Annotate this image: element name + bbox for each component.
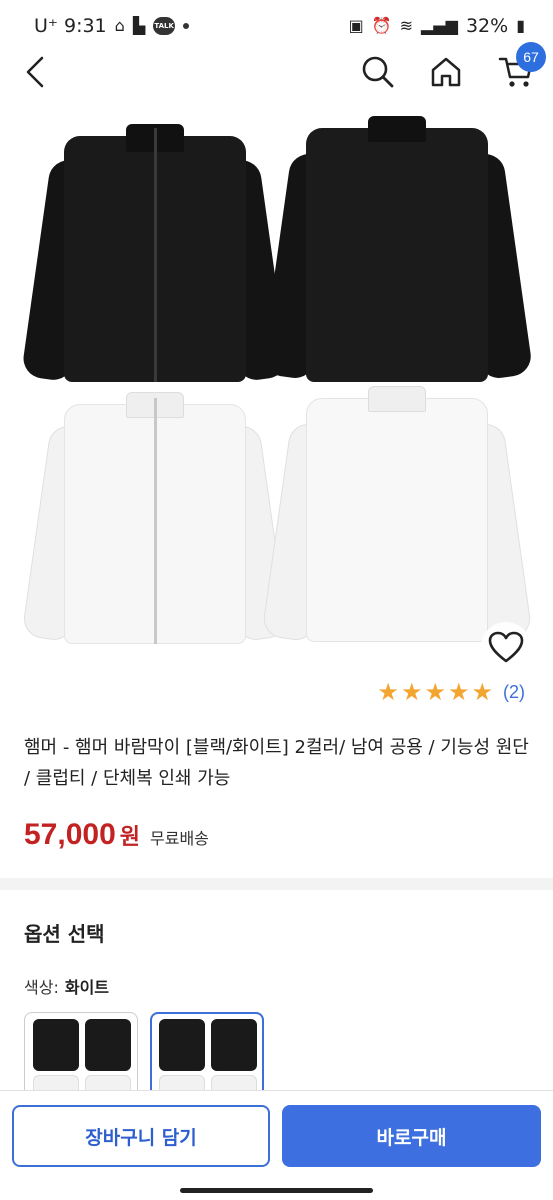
home-icon [431,57,461,87]
review-count-link[interactable]: (2) [503,682,525,703]
cart-count-badge: 67 [516,42,546,72]
star-icon: ★ [471,678,493,706]
home-notification-icon: ⌂ [114,16,125,35]
color-label: 색상: [24,978,59,997]
signal-icon: ▂▄▆ [421,16,458,35]
home-indicator[interactable] [180,1188,373,1193]
color-label-row: 색상: 화이트 [24,974,109,998]
white-jacket-front [21,390,289,650]
heart-icon [488,631,524,663]
carrier-time: U⁺ 9:31 [34,15,107,37]
swatch-thumbnail [211,1019,257,1071]
product-title: 햄머 - 햄머 바람막이 [블랙/화이트] 2컬러/ 남여 공용 / 기능성 원… [24,737,529,789]
section-divider [0,878,553,890]
star-icon: ★ [400,678,423,706]
top-nav [0,52,553,92]
battery-icon: ▮ [516,16,525,35]
star-icon: ★ [447,678,470,706]
product-image[interactable] [0,100,553,680]
more-notifications-icon [183,23,190,29]
price-unit: 원 [119,825,141,850]
back-icon [26,56,44,88]
options-title: 옵션 선택 [24,922,105,946]
swatch-thumbnail [85,1019,131,1071]
alarm-icon: ⏰ [371,16,392,35]
swatch-thumbnail [33,1019,79,1071]
battery-saver-icon: ▣ [348,16,364,35]
black-jacket-front [20,120,290,390]
price: 57,000 [24,818,116,851]
star-icon: ★ [377,678,399,706]
talk-icon: TALK [153,17,176,35]
wifi-icon: ≋ [399,16,414,35]
shipping-info: 무료배송 [150,829,209,848]
search-icon [362,56,394,88]
rating[interactable]: ★ ★ ★ ★ ★ (2) [377,680,525,704]
price-row: 57,000 원 무료배송 [24,818,209,852]
white-jacket-back [261,386,533,648]
status-bar: U⁺ 9:31 ⌂ ▙ TALK ▣ ⏰ ≋ ▂▄▆ 32% ▮ [0,0,553,52]
black-jacket-back [260,114,534,384]
wishlist-button[interactable] [481,622,531,672]
status-right: ▣ ⏰ ≋ ▂▄▆ 32% ▮ [349,15,525,37]
status-left: U⁺ 9:31 ⌂ ▙ TALK [34,15,190,37]
home-button[interactable] [428,52,464,92]
bottom-action-bar: 장바구니 담기 바로구매 [0,1090,553,1200]
color-value: 화이트 [64,978,110,997]
add-to-cart-button[interactable]: 장바구니 담기 [12,1105,270,1167]
buy-now-button[interactable]: 바로구매 [282,1105,541,1167]
app-notification-icon: ▙ [132,16,146,35]
battery-percent: 32% [465,15,509,37]
swatch-thumbnail [159,1019,205,1071]
back-button[interactable] [20,52,50,92]
star-icon: ★ [424,678,446,706]
search-button[interactable] [360,52,396,92]
